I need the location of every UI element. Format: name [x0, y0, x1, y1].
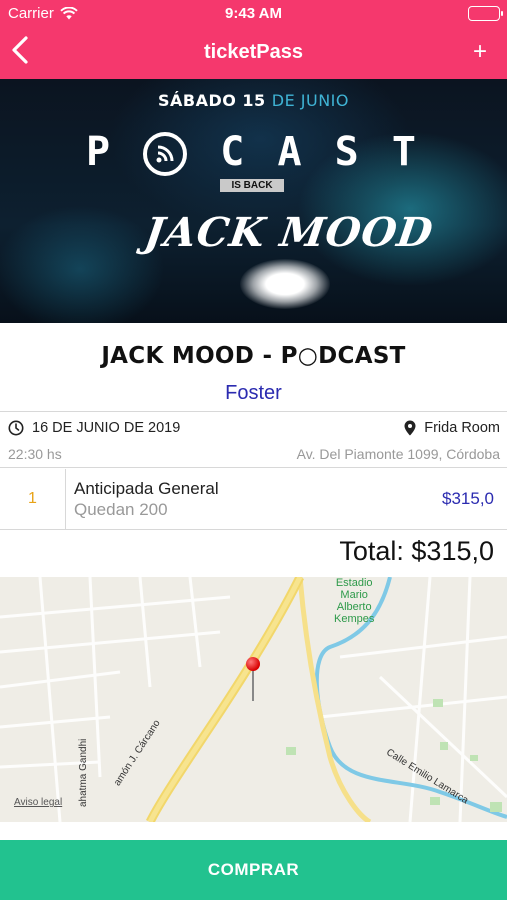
event-address: Av. Del Piamonte 1099, Córdoba: [296, 446, 500, 462]
banner-date-month: DE JUNIO: [271, 91, 349, 110]
map-legal-link[interactable]: Aviso legal: [14, 797, 62, 808]
battery-icon: [468, 6, 503, 21]
banner-date-day: SÁBADO 15: [157, 91, 266, 110]
map-stadium-line: Alberto: [336, 601, 372, 613]
ticket-price: $315,0: [442, 489, 494, 508]
event-info: 16 DE JUNIO DE 2019 Frida Room 22:30 hs …: [0, 411, 507, 468]
ticket-remaining: Quedan 200: [74, 500, 168, 519]
map-street-label: ahatma Gandhi: [78, 738, 89, 807]
banner-date: SÁBADO 15 DE JUNIO: [0, 91, 507, 110]
order-total: Total: $315,0: [339, 536, 494, 566]
map-stadium-line: Kempes: [334, 613, 375, 625]
map-pin-icon[interactable]: [246, 657, 260, 671]
event-title: JACK MOOD - P○DCAST: [101, 343, 406, 369]
app-header: Carrier 9:43 AM ticketPass +: [0, 0, 507, 79]
map-pin-needle: [252, 671, 254, 701]
location-pin-icon: [404, 420, 416, 436]
banner-artist: JACK MOOD: [141, 209, 437, 256]
banner-letter-p: P: [86, 129, 111, 175]
event-banner: SÁBADO 15 DE JUNIO P C A S T IS BACK JAC…: [0, 79, 507, 323]
banner-letter-a: A: [277, 129, 302, 175]
banner-podcast-word: P C A S T: [86, 129, 416, 176]
banner-letter-t: T: [391, 129, 416, 175]
event-date: 16 DE JUNIO DE 2019: [8, 420, 180, 436]
bottom-spacer: [0, 822, 507, 840]
map-stadium-line: Mario: [340, 589, 368, 601]
map-stadium-line: Estadio: [335, 577, 373, 589]
venue-name: Foster: [225, 382, 282, 404]
buy-button[interactable]: COMPRAR: [0, 840, 507, 900]
ticket-name: Anticipada General: [74, 479, 219, 498]
navbar: ticketPass +: [0, 27, 507, 77]
add-button[interactable]: +: [473, 38, 487, 66]
banner-subtitle: IS BACK: [220, 179, 284, 192]
event-place: Frida Room: [404, 420, 500, 436]
event-time: 22:30 hs: [8, 446, 62, 462]
ticket-row: 1 Anticipada General Quedan 200 $315,0: [0, 469, 507, 530]
paint-splash: [240, 259, 330, 309]
podcast-logo-icon: [143, 132, 188, 176]
event-place-text: Frida Room: [424, 420, 500, 436]
banner-letter-s: S: [334, 129, 359, 175]
map-view[interactable]: Estadio Mario Alberto Kempes amón J. Cár…: [0, 577, 507, 822]
page-title: ticketPass: [204, 41, 303, 63]
clock-icon: [8, 420, 24, 436]
event-date-text: 16 DE JUNIO DE 2019: [32, 420, 181, 436]
status-time: 9:43 AM: [225, 5, 282, 22]
ticket-quantity[interactable]: 1: [0, 469, 66, 529]
status-bar: Carrier 9:43 AM: [0, 0, 507, 26]
map-stadium-label: Estadio Mario Alberto Kempes: [334, 577, 374, 625]
banner-letter-c: C: [220, 129, 245, 175]
